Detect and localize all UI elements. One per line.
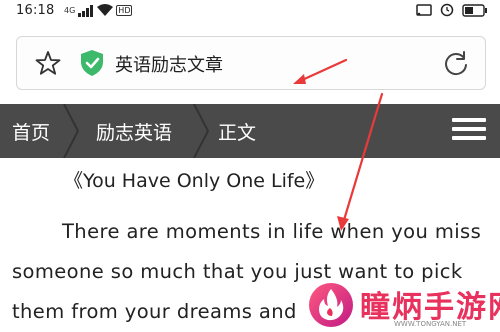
article-title: 《You Have Only One Life》 bbox=[64, 170, 325, 192]
alarm-icon bbox=[440, 3, 454, 17]
crumb-home[interactable]: 首页 bbox=[12, 118, 50, 145]
menu-hamburger-icon[interactable] bbox=[452, 118, 486, 144]
status-right-icons bbox=[416, 3, 488, 17]
cast-icon bbox=[416, 3, 432, 16]
wifi-icon bbox=[97, 4, 114, 16]
status-left-icons: 4G HD bbox=[64, 4, 133, 17]
article-line: There are moments in life when you miss bbox=[62, 220, 482, 243]
status-time: 16:18 bbox=[16, 3, 55, 18]
bookmark-star-icon[interactable] bbox=[35, 50, 61, 76]
status-bar: 16:18 4G HD bbox=[0, 0, 500, 24]
security-shield-icon bbox=[81, 50, 103, 76]
article-line: them from your dreams and bbox=[12, 300, 297, 323]
watermark: 瞳炳手游网 WWW.TONGYAN.NET bbox=[296, 280, 500, 332]
crumb-separator-icon bbox=[193, 104, 210, 158]
battery-icon bbox=[462, 3, 487, 17]
crumb-current: 正文 bbox=[218, 122, 257, 144]
address-bar[interactable]: 英语励志文章 bbox=[16, 36, 486, 90]
watermark-url: WWW.TONGYAN.NET bbox=[394, 320, 467, 328]
breadcrumb-nav: 首页 励志英语 正文 bbox=[0, 104, 500, 158]
network-type-label: 4G bbox=[64, 5, 76, 15]
crumb-separator-icon bbox=[63, 104, 80, 158]
crumb-motivational-english[interactable]: 励志英语 bbox=[96, 118, 172, 145]
page-title[interactable]: 英语励志文章 bbox=[115, 51, 223, 77]
flame-logo-icon bbox=[309, 283, 353, 327]
reload-icon[interactable] bbox=[443, 50, 469, 76]
address-bar-area: 英语励志文章 bbox=[0, 24, 500, 104]
signal-icon bbox=[78, 4, 94, 17]
hd-badge: HD bbox=[116, 5, 133, 16]
